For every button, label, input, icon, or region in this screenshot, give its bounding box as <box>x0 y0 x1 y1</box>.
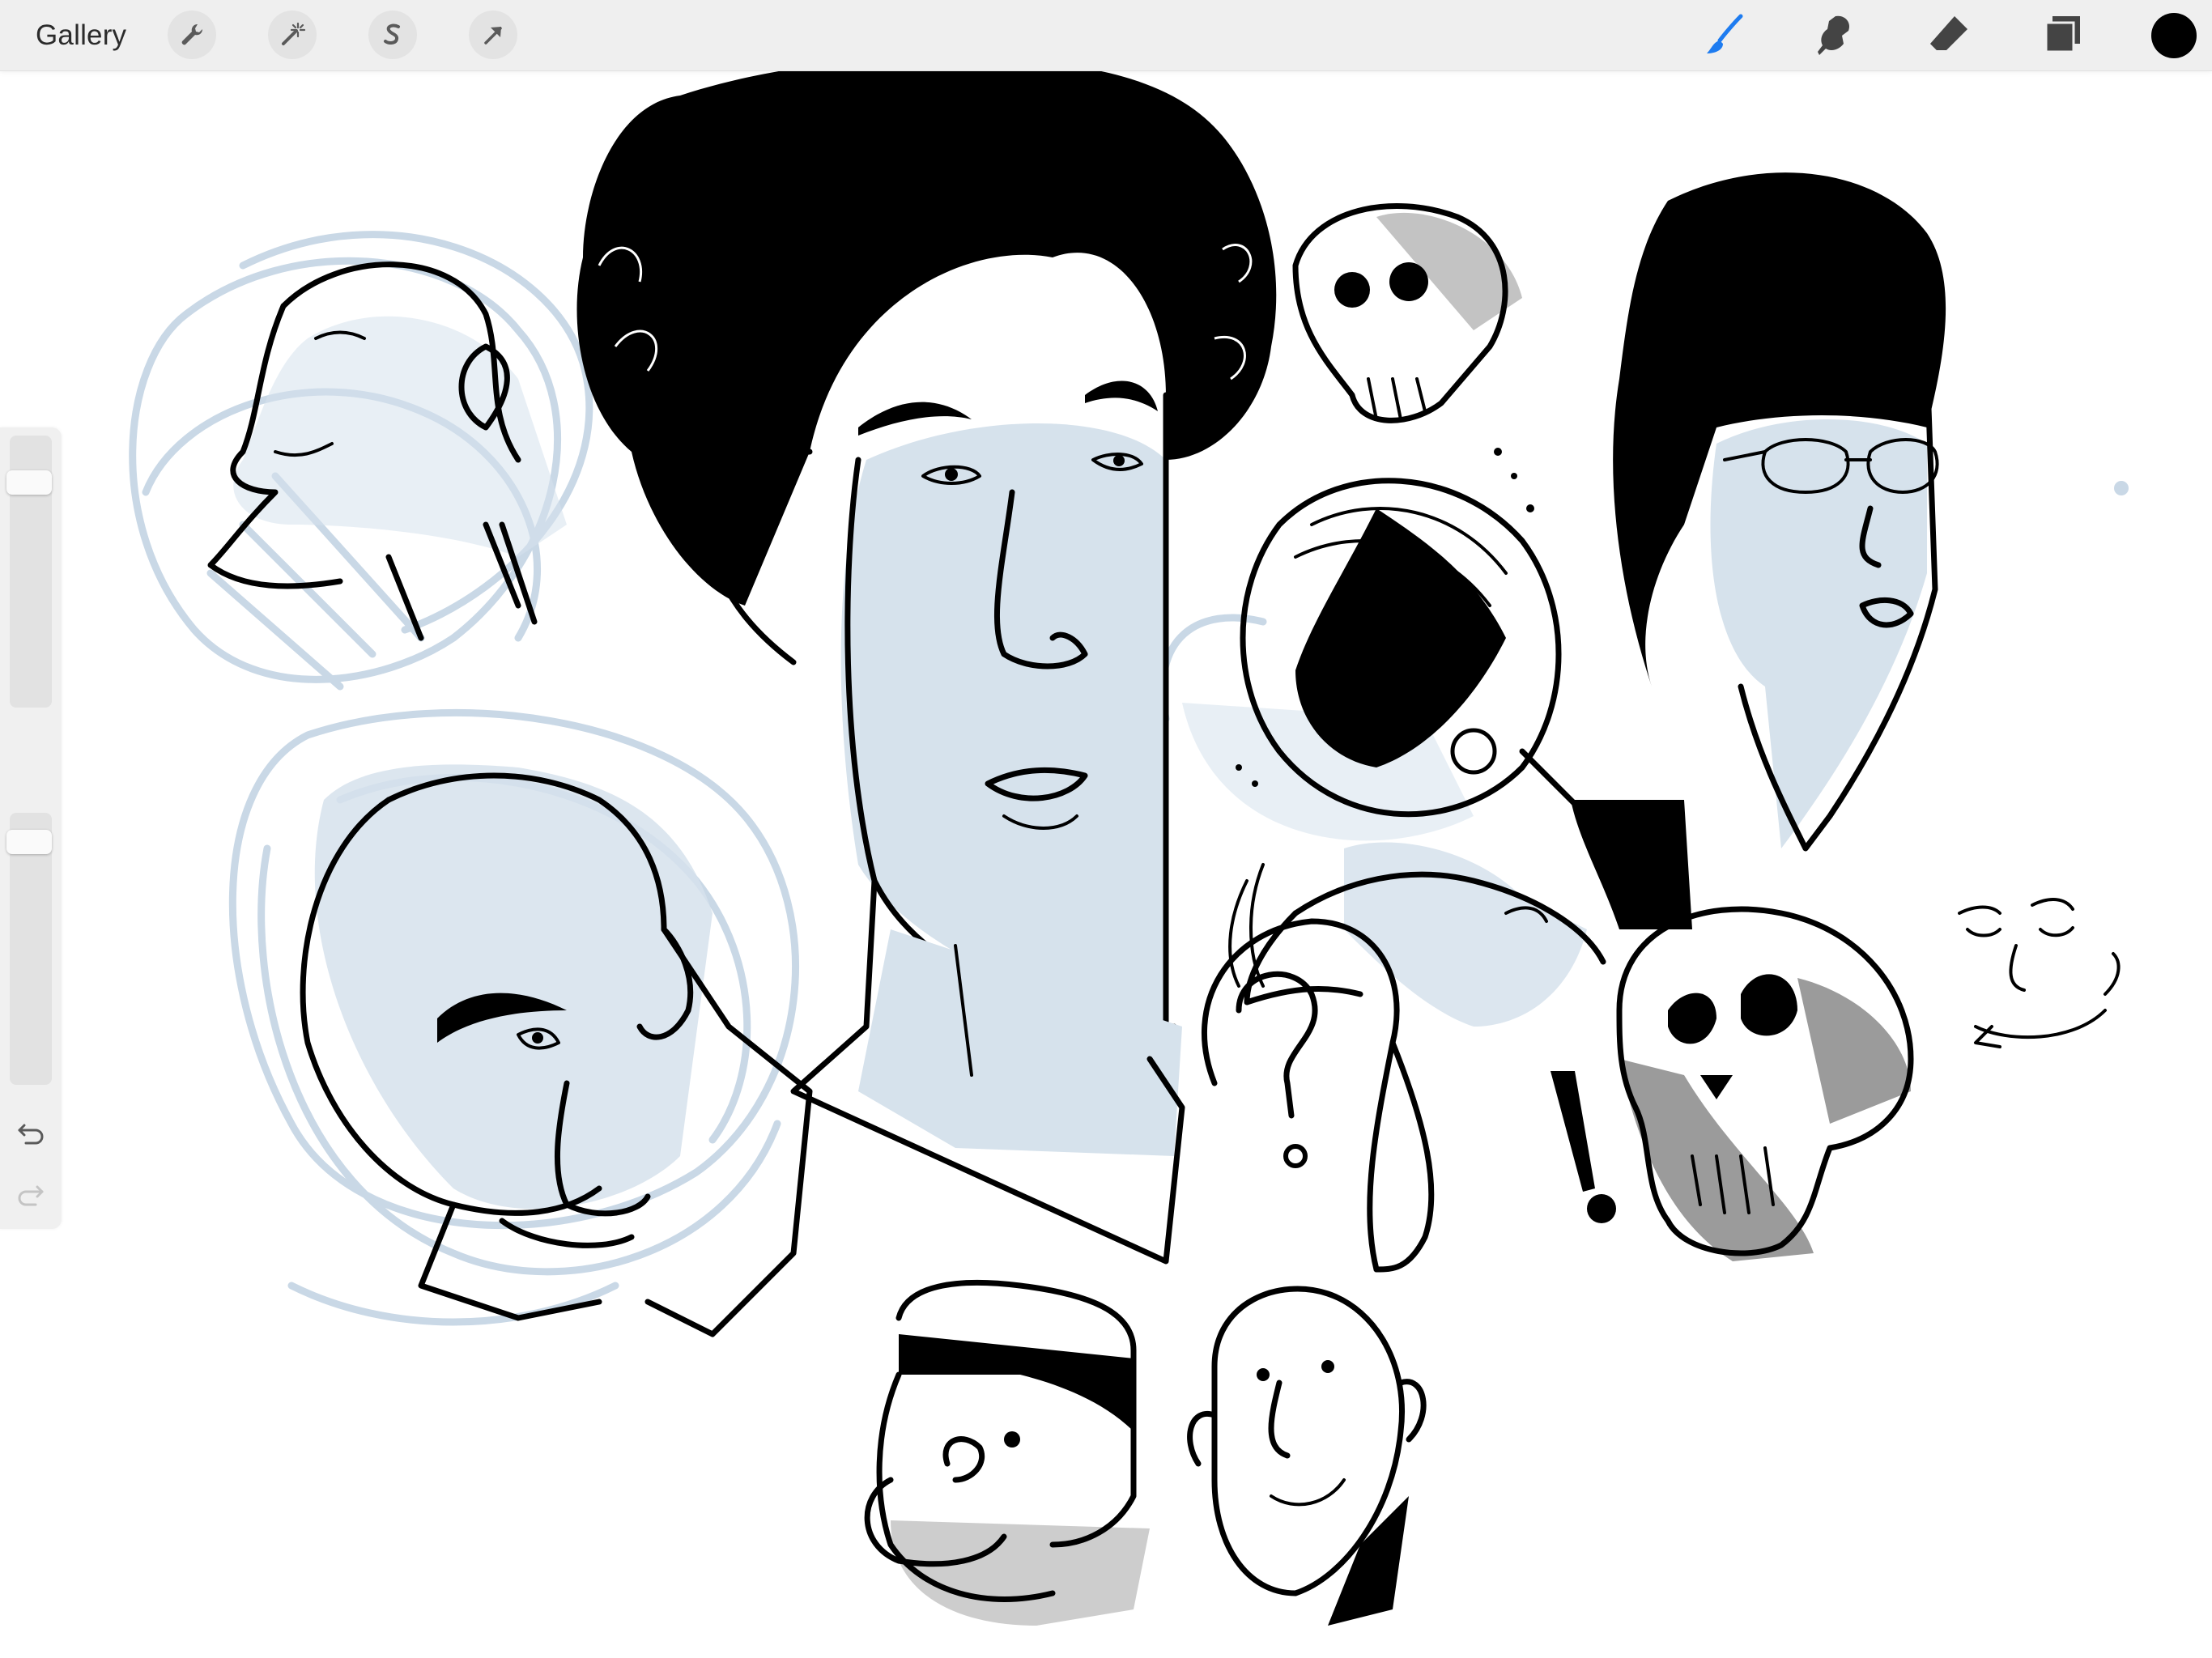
opacity-slider[interactable] <box>6 813 52 1085</box>
exclamation-mark <box>1551 1071 1616 1223</box>
left-sidebar <box>0 427 62 1229</box>
undo-icon <box>18 1124 44 1145</box>
magic-wand-icon <box>282 22 306 45</box>
smudge-icon <box>1818 15 1850 55</box>
brush-tool-button[interactable] <box>1699 8 1752 62</box>
actions-button[interactable] <box>168 11 216 59</box>
layers-icon <box>2044 16 2080 53</box>
woman-with-glasses <box>1613 172 1946 852</box>
tiny-smiling-face <box>1958 898 2121 1048</box>
redo-icon <box>18 1185 44 1206</box>
brush-icon <box>1707 14 1743 53</box>
gallery-button[interactable]: Gallery <box>36 0 126 70</box>
selection-s-icon <box>384 23 400 45</box>
sketch-artwork: .ink { fill:none; stroke:#000; stroke-wi… <box>129 57 2129 1626</box>
brush-size-thumb[interactable] <box>6 470 52 495</box>
cursor-arrow-icon <box>484 27 502 45</box>
drawing-canvas[interactable]: .ink { fill:none; stroke:#000; stroke-wi… <box>0 57 2212 1658</box>
undo-button[interactable] <box>10 1112 52 1154</box>
eraser-tool-button[interactable] <box>1922 8 1976 62</box>
layers-tool-button[interactable] <box>2036 8 2090 62</box>
top-toolbar: Gallery <box>0 0 2212 71</box>
old-man-caricature <box>300 764 813 1337</box>
brush-size-slider[interactable] <box>6 436 52 708</box>
opacity-thumb[interactable] <box>6 830 52 854</box>
small-skull <box>1292 203 1522 423</box>
eraser-icon <box>1930 16 1967 50</box>
transform-button[interactable] <box>469 11 517 59</box>
selection-button[interactable] <box>368 11 417 59</box>
redo-button[interactable] <box>10 1174 52 1216</box>
wrench-icon <box>181 23 203 45</box>
block-head-monster <box>864 1279 1150 1626</box>
smiling-bald-man <box>1187 1286 1427 1626</box>
color-picker-button[interactable] <box>2151 13 2197 58</box>
big-skull <box>1616 906 1914 1261</box>
procreate-app: Gallery <box>0 0 2212 1658</box>
smudge-tool-button[interactable] <box>1808 8 1861 62</box>
adjustments-button[interactable] <box>268 11 317 59</box>
